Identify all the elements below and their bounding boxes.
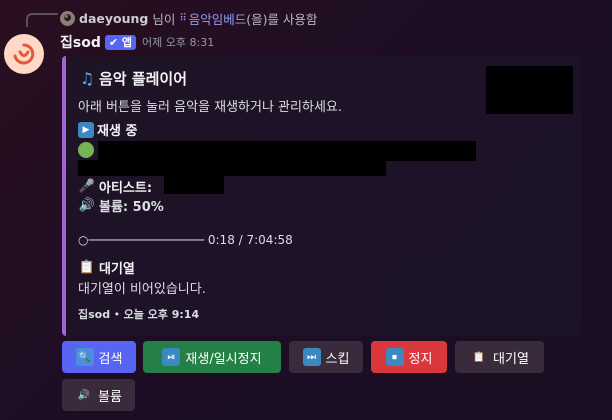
play-pause-icon: ⏯ [162, 348, 181, 366]
artist-label: 🎤 아티스트: [78, 177, 152, 196]
play-pause-button[interactable]: ⏯ 재생/일시정지 [143, 341, 281, 373]
author-name[interactable]: 집sod [60, 32, 101, 52]
redacted-artist-name [164, 176, 224, 194]
volume-button[interactable]: 🔊 볼륨 [62, 379, 135, 411]
skip-button[interactable]: ⏭ 스킵 [289, 341, 363, 373]
volume-field: 🔊 볼륨: 50% [78, 196, 164, 215]
footer-separator: • [113, 308, 121, 321]
play-pause-button-label: 재생/일시정지 [185, 351, 262, 367]
stop-button-label: 정지 [408, 351, 433, 367]
queue-value: 대기열이 비어있습니다. [78, 282, 206, 297]
message-timestamp[interactable]: 어제 오후 8:31 [142, 34, 214, 50]
embed-thumbnail[interactable] [486, 66, 573, 114]
speaker-icon: 🔊 [77, 389, 91, 401]
music-note-icon: ♫ [79, 69, 95, 88]
reply-context[interactable]: ◕ daeyoung 님이 ⠿ 음악임베드 (을)를 사용함 [60, 9, 317, 27]
reply-command[interactable]: 음악임베드 [189, 9, 247, 28]
reply-suffix-1: 님이 [152, 11, 176, 27]
microphone-icon: 🎤 [78, 179, 96, 194]
footer-author: 집sod [78, 308, 111, 321]
artist-label-text: 아티스트: [99, 181, 153, 196]
slash-command-icon: ⠿ [179, 12, 187, 24]
footer-time: 오늘 오후 9:14 [123, 308, 200, 321]
reply-avatar[interactable]: ◕ [60, 10, 75, 26]
queue-button-label: 대기열 [493, 351, 529, 367]
reply-username[interactable]: daeyoung [79, 11, 148, 26]
next-track-icon: ⏭ [302, 348, 321, 366]
music-player-embed: ♫ 음악 플레이어 아래 버튼을 눌러 음악을 재생하거나 관리하세요. ▶ 재… [62, 56, 581, 336]
search-button-label: 검색 [98, 351, 123, 367]
reply-connector [26, 13, 58, 27]
green-circle-icon [78, 142, 94, 158]
volume-button-label: 볼륨 [98, 389, 122, 405]
logo-icon [13, 43, 35, 65]
redacted-track-title [98, 141, 476, 161]
skip-button-label: 스킵 [325, 351, 350, 367]
queue-label: 📋 대기열 [78, 258, 135, 277]
reply-suffix-2: (을)를 사용함 [246, 11, 318, 27]
progress-text: ○──────────────── 0:18 / 7:04:58 [78, 233, 293, 247]
embed-description: 아래 버튼을 눌러 음악을 재생하거나 관리하세요. [78, 100, 342, 115]
redacted-track-title-line-2 [78, 160, 386, 176]
queue-button[interactable]: 📋 대기열 [455, 341, 544, 373]
clipboard-icon: 📋 [78, 260, 96, 275]
message-header: 집sod ✔ 앱 어제 오후 8:31 [60, 32, 214, 52]
speaker-icon: 🔊 [78, 198, 96, 213]
progress-bar: ○──────────────── 0:18 / 7:04:58 [78, 233, 293, 247]
queue-label-text: 대기열 [99, 262, 135, 277]
search-button[interactable]: 🔍 검색 [62, 341, 136, 373]
app-badge: ✔ 앱 [104, 34, 137, 50]
now-playing-label: ▶ 재생 중 [78, 120, 137, 139]
now-playing-label-text: 재생 중 [97, 124, 138, 139]
now-playing-value [78, 142, 94, 158]
embed-footer: 집sod • 오늘 오후 9:14 [78, 306, 199, 322]
author-avatar[interactable] [4, 34, 44, 74]
magnifier-icon: 🔍 [75, 348, 94, 366]
play-icon: ▶ [78, 121, 94, 138]
clipboard-icon: 📋 [472, 351, 486, 363]
embed-title-text: 음악 플레이어 [99, 70, 188, 88]
stop-icon: ⏹ [385, 348, 404, 366]
stop-button[interactable]: ⏹ 정지 [371, 341, 447, 373]
embed-title: ♫ 음악 플레이어 [78, 68, 187, 89]
volume-text: 볼륨: 50% [99, 200, 164, 215]
